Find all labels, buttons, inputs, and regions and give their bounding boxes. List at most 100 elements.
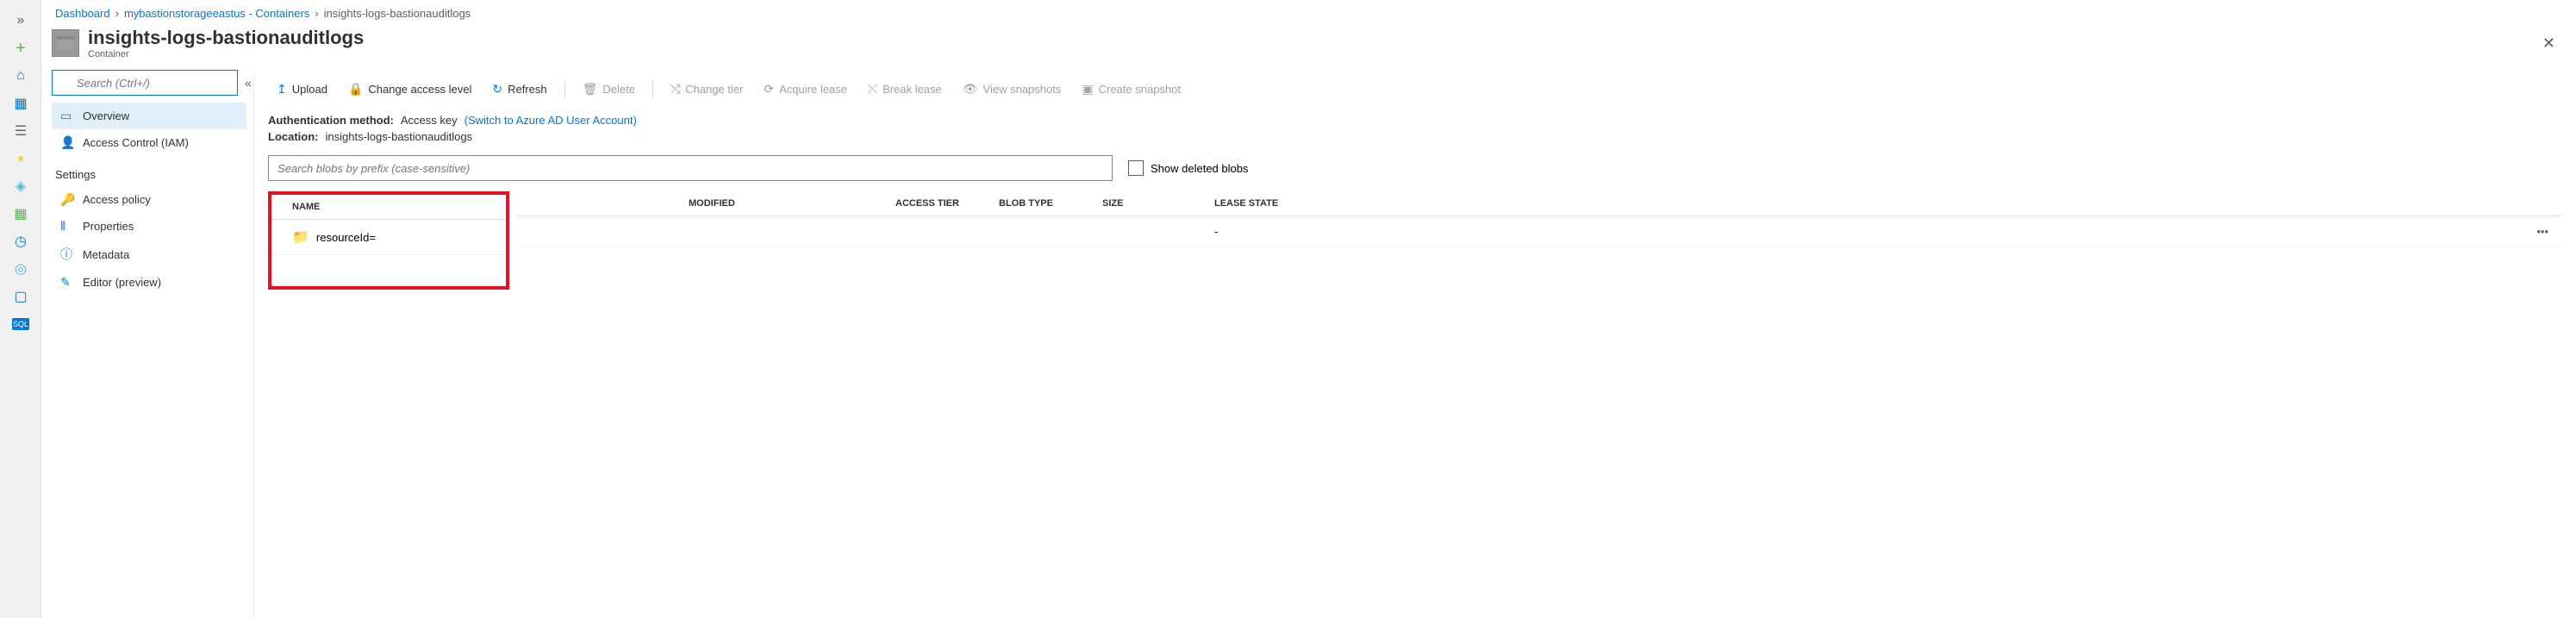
- button-label: View snapshots: [983, 83, 1062, 96]
- main-area: Dashboard › mybastionstorageeastus - Con…: [41, 0, 2576, 618]
- rail-dashboard-button[interactable]: ▦: [0, 90, 41, 117]
- checkbox-label: Show deleted blobs: [1151, 162, 1248, 175]
- view-snapshots-button: 👁 View snapshots: [954, 78, 1070, 100]
- menu-label: Access Control (IAM): [83, 136, 189, 149]
- break-lease-button: ⤬ Break lease: [859, 78, 951, 100]
- upload-button[interactable]: ↥ Upload: [268, 78, 336, 100]
- metadata-icon: ⓘ: [60, 246, 74, 263]
- col-header-modified[interactable]: MODIFIED: [689, 198, 895, 209]
- resource-search-input[interactable]: [52, 70, 238, 96]
- key-icon: 🔑: [60, 192, 74, 207]
- rail-expand-button[interactable]: »: [0, 7, 41, 34]
- breadcrumb-sep: ›: [115, 7, 119, 20]
- row-name: resourceId=: [316, 231, 376, 244]
- button-label: Refresh: [508, 83, 547, 96]
- close-button[interactable]: ✕: [2535, 28, 2562, 59]
- menu-label: Properties: [83, 220, 134, 233]
- acquire-lease-button: ⟳ Acquire lease: [755, 78, 856, 100]
- button-label: Change tier: [685, 83, 743, 96]
- rail-resource-button[interactable]: ◈: [0, 172, 41, 200]
- page-title: insights-logs-bastionauditlogs: [88, 27, 2535, 49]
- switch-auth-link[interactable]: (Switch to Azure AD User Account): [465, 114, 637, 127]
- page-subtitle: Container: [88, 49, 2535, 59]
- row-lease: -: [1214, 225, 1300, 238]
- breadcrumb-link-0[interactable]: Dashboard: [55, 7, 110, 20]
- rail-favorites-button[interactable]: ★: [0, 145, 41, 172]
- row-actions-button[interactable]: •••: [1300, 225, 2562, 238]
- editor-icon: ✎: [60, 275, 74, 290]
- auth-method-value: Access key: [401, 114, 458, 127]
- overview-icon: ▭: [60, 109, 74, 123]
- tier-icon: ⤭: [671, 82, 680, 97]
- button-label: Delete: [602, 83, 635, 96]
- rail-grid-button[interactable]: ▦: [0, 200, 41, 228]
- refresh-button[interactable]: ↻ Refresh: [483, 78, 555, 100]
- rail-globe-button[interactable]: ◎: [0, 255, 41, 283]
- filter-row: Show deleted blobs: [254, 155, 2576, 191]
- menu-group-settings: Settings: [52, 156, 246, 186]
- change-tier-button: ⤭ Change tier: [662, 78, 752, 100]
- left-rail: » + ⌂ ▦ ☰ ★ ◈ ▦ ◷ ◎ ▢ SQL: [0, 0, 41, 618]
- auth-method-label: Authentication method:: [268, 114, 394, 127]
- menu-iam[interactable]: 👤 Access Control (IAM): [52, 129, 246, 156]
- toolbar-separator: [564, 81, 565, 98]
- button-label: Create snapshot: [1099, 83, 1181, 96]
- location-label: Location:: [268, 130, 319, 143]
- properties-icon: ⦀: [60, 219, 74, 234]
- menu-overview[interactable]: ▭ Overview: [52, 103, 246, 129]
- menu-metadata[interactable]: ⓘ Metadata: [52, 240, 246, 269]
- col-header-lease[interactable]: LEASE STATE: [1214, 198, 1300, 209]
- menu-editor[interactable]: ✎ Editor (preview): [52, 269, 246, 296]
- break-lease-icon: ⤬: [868, 82, 877, 97]
- rail-add-button[interactable]: +: [0, 34, 41, 62]
- menu-access-policy[interactable]: 🔑 Access policy: [52, 186, 246, 213]
- change-access-button[interactable]: 🔒 Change access level: [340, 78, 480, 100]
- lock-icon: 🔒: [348, 82, 363, 97]
- menu-label: Access policy: [83, 193, 151, 206]
- container-icon: [52, 29, 79, 57]
- folder-icon: 📁: [292, 228, 309, 246]
- menu-label: Metadata: [83, 248, 129, 261]
- delete-button: 🗑 Delete: [574, 78, 644, 100]
- table-row[interactable]: 📁 resourceId=: [292, 228, 506, 246]
- breadcrumb-sep: ›: [315, 7, 318, 20]
- menu-properties[interactable]: ⦀ Properties: [52, 213, 246, 240]
- create-snapshot-button: ▣ Create snapshot: [1073, 78, 1189, 100]
- collapse-menu-button[interactable]: «: [245, 76, 252, 90]
- iam-icon: 👤: [60, 135, 74, 150]
- checkbox-icon: [1128, 160, 1144, 176]
- breadcrumb-current: insights-logs-bastionauditlogs: [324, 7, 471, 20]
- button-label: Upload: [292, 83, 327, 96]
- rail-monitor-button[interactable]: ▢: [0, 283, 41, 310]
- button-label: Break lease: [883, 83, 942, 96]
- resource-menu: ⌕ « ▭ Overview 👤 Access Control (IAM) Se…: [41, 70, 253, 618]
- create-snapshot-icon: ▣: [1082, 82, 1093, 97]
- rail-clock-button[interactable]: ◷: [0, 228, 41, 255]
- col-header-name[interactable]: NAME: [292, 202, 506, 212]
- blob-table: NAME 📁 resourceId= MODIFIED: [254, 191, 2576, 290]
- button-label: Change access level: [368, 83, 471, 96]
- button-label: Acquire lease: [779, 83, 847, 96]
- blob-search-input[interactable]: [268, 155, 1113, 181]
- rail-all-services-button[interactable]: ☰: [0, 117, 41, 145]
- acquire-lease-icon: ⟳: [764, 82, 774, 97]
- info-block: Authentication method: Access key (Switc…: [254, 109, 2576, 155]
- content-pane: ↥ Upload 🔒 Change access level ↻ Refresh…: [253, 70, 2576, 618]
- menu-label: Editor (preview): [83, 276, 161, 289]
- delete-icon: 🗑: [583, 82, 598, 97]
- menu-label: Overview: [83, 109, 129, 122]
- upload-icon: ↥: [277, 82, 287, 97]
- location-value: insights-logs-bastionauditlogs: [326, 130, 473, 143]
- toolbar-separator: [652, 81, 653, 98]
- col-header-size[interactable]: SIZE: [1102, 198, 1214, 209]
- page-header: insights-logs-bastionauditlogs Container…: [41, 27, 2576, 70]
- show-deleted-checkbox[interactable]: Show deleted blobs: [1128, 160, 1248, 176]
- breadcrumb: Dashboard › mybastionstorageeastus - Con…: [41, 0, 2576, 27]
- col-header-tier[interactable]: ACCESS TIER: [895, 198, 999, 209]
- col-header-blobtype[interactable]: BLOB TYPE: [999, 198, 1102, 209]
- rail-sql-button[interactable]: SQL: [0, 310, 41, 338]
- toolbar: ↥ Upload 🔒 Change access level ↻ Refresh…: [254, 70, 2576, 109]
- breadcrumb-link-1[interactable]: mybastionstorageeastus - Containers: [124, 7, 309, 20]
- view-snapshots-icon: 👁: [963, 82, 978, 97]
- rail-home-button[interactable]: ⌂: [0, 62, 41, 90]
